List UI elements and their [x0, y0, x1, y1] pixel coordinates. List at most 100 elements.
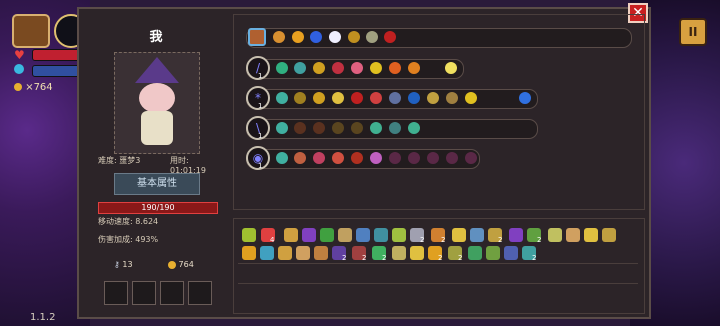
- gem-icon[interactable]: [276, 62, 288, 74]
- item-icon[interactable]: [392, 246, 406, 260]
- shield-icon: [14, 64, 24, 74]
- gem-icon[interactable]: [313, 122, 325, 134]
- accessory-slot-3[interactable]: [160, 281, 184, 305]
- gem-icon[interactable]: [445, 62, 457, 74]
- item-icon[interactable]: [504, 246, 518, 260]
- gem-icon[interactable]: [408, 92, 420, 104]
- gem-icon[interactable]: [366, 31, 378, 43]
- accessory-slot-2[interactable]: [132, 281, 156, 305]
- gem-icon[interactable]: [294, 152, 306, 164]
- item-icon[interactable]: [392, 228, 406, 242]
- gem-icon[interactable]: [351, 92, 363, 104]
- gem-icon[interactable]: [389, 62, 401, 74]
- hud-coin-count: ×764: [14, 82, 53, 93]
- gem-icon[interactable]: [370, 92, 382, 104]
- time-label: 用时: 01:01:19: [170, 156, 206, 175]
- item-icon[interactable]: [302, 228, 316, 242]
- gem-icon[interactable]: [446, 152, 458, 164]
- tab-basic-attributes[interactable]: 基本属性: [114, 173, 200, 195]
- gem-icon[interactable]: [332, 122, 344, 134]
- coin-count-text: 764: [178, 260, 194, 269]
- item-icon[interactable]: [452, 228, 466, 242]
- item-icon[interactable]: [320, 228, 334, 242]
- version-label: 1.1.2: [30, 312, 56, 323]
- gem-icon[interactable]: [313, 62, 325, 74]
- item-icon[interactable]: [242, 246, 256, 260]
- gem-icon[interactable]: [310, 31, 322, 43]
- item-icon[interactable]: [356, 228, 370, 242]
- item-icon[interactable]: [296, 246, 310, 260]
- gem-icon[interactable]: [465, 152, 477, 164]
- gem-icon[interactable]: [427, 92, 439, 104]
- gem-icon[interactable]: [519, 92, 531, 104]
- item-count: 2: [441, 236, 446, 244]
- character-body: [141, 111, 173, 145]
- gem-icon[interactable]: [427, 152, 439, 164]
- character-card: 我 难度: 噩梦3 用时: 01:01:19 基本属性 190/190 移动速度…: [86, 16, 226, 312]
- gem-icon[interactable]: [294, 62, 306, 74]
- item-icon[interactable]: [284, 228, 298, 242]
- gem-icon[interactable]: [370, 122, 382, 134]
- item-icon[interactable]: [374, 228, 388, 242]
- gem-icon[interactable]: [276, 152, 288, 164]
- pause-button[interactable]: II: [679, 18, 707, 46]
- chest-icon[interactable]: [12, 14, 50, 48]
- witch-hat-icon: [135, 57, 179, 83]
- item-icon[interactable]: [260, 246, 274, 260]
- gem-icon[interactable]: [408, 122, 420, 134]
- gem-icon[interactable]: [446, 92, 458, 104]
- item-icon[interactable]: [566, 228, 580, 242]
- gem-icon[interactable]: [332, 92, 344, 104]
- coin-icon: [168, 260, 176, 269]
- item-icon[interactable]: [410, 246, 424, 260]
- gem-icon[interactable]: [351, 152, 363, 164]
- accessory-slot-4[interactable]: [188, 281, 212, 305]
- gem-icon[interactable]: [313, 92, 325, 104]
- weapon-level: 1: [258, 132, 263, 140]
- gem-icon[interactable]: [370, 152, 382, 164]
- gem-icon[interactable]: [329, 31, 341, 43]
- item-icon[interactable]: [278, 246, 292, 260]
- key-count: ⚷ 13: [114, 260, 133, 269]
- difficulty-label: 难度: 噩梦3: [98, 156, 141, 165]
- item-count: 2: [420, 236, 425, 244]
- gem-icon[interactable]: [332, 152, 344, 164]
- gem-icon[interactable]: [370, 62, 382, 74]
- gem-icon[interactable]: [465, 92, 477, 104]
- item-icon[interactable]: [486, 246, 500, 260]
- item-icon[interactable]: [602, 228, 616, 242]
- gem-icon[interactable]: [276, 92, 288, 104]
- chest-icon[interactable]: [248, 28, 266, 46]
- gem-icon[interactable]: [389, 92, 401, 104]
- accessory-slot-1[interactable]: [104, 281, 128, 305]
- gem-icon[interactable]: [389, 122, 401, 134]
- gem-icon[interactable]: [332, 62, 344, 74]
- item-icon[interactable]: [338, 228, 352, 242]
- damage-bonus-stat: 伤害加成: 493%: [98, 235, 159, 244]
- gem-icon[interactable]: [294, 122, 306, 134]
- gem-icon[interactable]: [294, 92, 306, 104]
- item-count: 2: [532, 254, 537, 262]
- item-icon[interactable]: [470, 228, 484, 242]
- gem-icon[interactable]: [276, 122, 288, 134]
- gem-icon[interactable]: [292, 31, 304, 43]
- item-icon[interactable]: [242, 228, 256, 242]
- item-count: 2: [438, 254, 443, 262]
- gem-icon[interactable]: [408, 152, 420, 164]
- item-icon[interactable]: [548, 228, 562, 242]
- gem-icon[interactable]: [313, 152, 325, 164]
- item-icon[interactable]: [584, 228, 598, 242]
- gem-icon[interactable]: [384, 31, 396, 43]
- gem-icon[interactable]: [351, 122, 363, 134]
- gem-icon[interactable]: [348, 31, 360, 43]
- gem-icon[interactable]: [273, 31, 285, 43]
- item-icon[interactable]: [314, 246, 328, 260]
- gem-icon[interactable]: [408, 62, 420, 74]
- gem-icon[interactable]: [389, 152, 401, 164]
- item-count: 2: [362, 254, 367, 262]
- weapon-level: 1: [258, 72, 263, 80]
- item-icon[interactable]: [468, 246, 482, 260]
- item-icon[interactable]: [509, 228, 523, 242]
- gem-icon[interactable]: [351, 62, 363, 74]
- item-count: 2: [458, 254, 463, 262]
